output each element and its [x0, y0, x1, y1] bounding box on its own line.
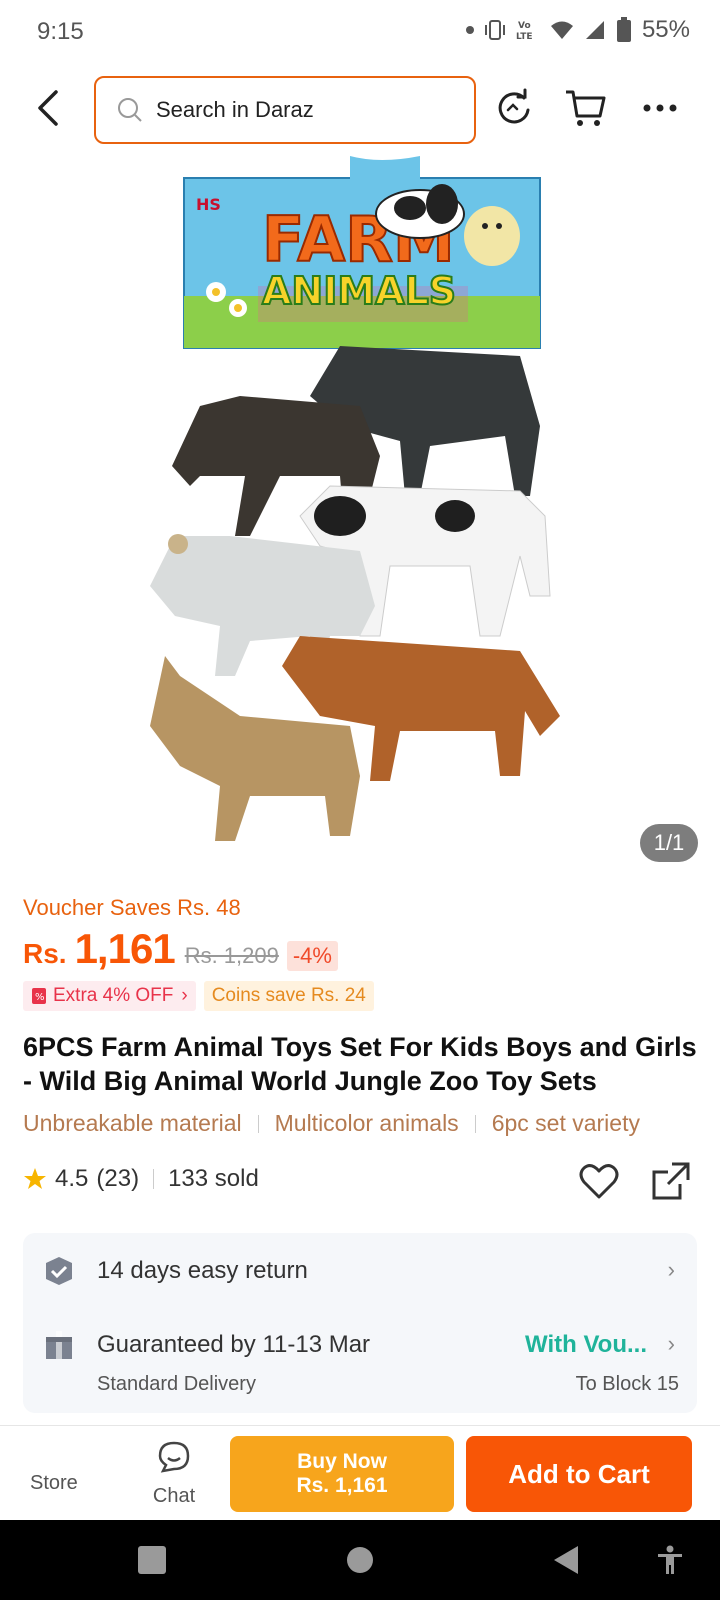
search-icon	[118, 98, 142, 122]
star-icon	[24, 1168, 46, 1189]
product-title: 6PCS Farm Animal Toys Set For Kids Boys …	[23, 1032, 697, 1096]
return-policy-row[interactable]: 14 days easy return ›	[23, 1233, 697, 1309]
shield-check-icon	[46, 1257, 72, 1285]
chevron-left-icon	[38, 90, 58, 126]
delivery-label: Guaranteed by 11-13 Mar	[97, 1331, 371, 1358]
price-value: 1,161	[74, 925, 176, 972]
service-card: 14 days easy return › Guaranteed by 11-1…	[23, 1233, 697, 1413]
search-input[interactable]	[156, 97, 436, 123]
volte-icon: VoLTE	[516, 21, 533, 42]
voucher-icon: %	[32, 988, 46, 1004]
chat-button[interactable]: Chat	[144, 1432, 204, 1512]
status-time: 9:15	[37, 18, 84, 45]
heart-icon	[579, 1164, 619, 1199]
rating-row[interactable]: 4.5 (23) 133 sold	[23, 1165, 259, 1193]
battery-level: 55%	[641, 16, 690, 43]
refresh-icon	[498, 88, 530, 124]
original-price: Rs. 1,209	[184, 943, 279, 968]
feature-highlights: Unbreakable material Multicolor animals …	[23, 1110, 640, 1137]
price-currency: Rs.	[23, 938, 67, 969]
chevron-right-icon: ›	[667, 1257, 675, 1282]
back-button[interactable]	[30, 86, 66, 130]
search-header	[0, 64, 720, 156]
svg-text:%: %	[35, 992, 45, 1003]
chevron-right-icon: ›	[667, 1331, 675, 1356]
return-policy-label: 14 days easy return	[97, 1257, 308, 1284]
image-counter: 1/1	[640, 824, 698, 862]
wifi-icon	[550, 21, 573, 39]
buy-now-label: Buy Now	[297, 1450, 387, 1473]
brand-logo: HS	[196, 195, 221, 214]
delivery-row[interactable]: Guaranteed by 11-13 Mar With Vou... › St…	[23, 1309, 697, 1413]
search-bar[interactable]	[94, 76, 476, 144]
accessibility-icon[interactable]	[654, 1544, 686, 1576]
home-icon[interactable]	[344, 1544, 376, 1576]
cart-button[interactable]	[562, 84, 610, 132]
wishlist-button[interactable]	[578, 1160, 620, 1202]
vibrate-icon	[484, 20, 505, 40]
farm-animals-toy-image: FARM ANIMALS HS	[150, 156, 560, 841]
battery-icon	[616, 17, 631, 42]
signal-icon	[585, 21, 604, 39]
svg-text:Vo: Vo	[518, 21, 531, 31]
promo-row: % Extra 4% OFF › Coins save Rs. 24	[23, 981, 374, 1011]
review-count: (23)	[96, 1165, 140, 1192]
feature-item: Multicolor animals	[274, 1110, 459, 1136]
dot-icon	[465, 26, 474, 34]
discount-badge: -4%	[286, 941, 338, 971]
voucher-savings[interactable]: Voucher Saves Rs. 48	[23, 895, 241, 921]
back-nav-icon[interactable]	[550, 1544, 582, 1576]
package-title-2: ANIMALS	[262, 269, 456, 313]
feature-divider	[474, 1114, 476, 1133]
delivery-location: To Block 15	[575, 1373, 679, 1395]
status-icons: Vo LTE 55%	[465, 16, 690, 44]
more-button[interactable]	[636, 84, 684, 132]
chevron-right-icon: ›	[181, 985, 188, 1006]
system-navigation-bar	[0, 1520, 720, 1600]
feature-item: 6pc set variety	[491, 1110, 640, 1136]
rating-value: 4.5	[55, 1165, 89, 1192]
chat-label: Chat	[152, 1485, 196, 1507]
add-to-cart-button[interactable]: Add to Cart	[466, 1436, 692, 1512]
delivery-type: Standard Delivery	[97, 1373, 256, 1395]
product-image[interactable]: FARM ANIMALS HS	[0, 156, 720, 866]
recents-icon[interactable]	[136, 1544, 168, 1576]
bottom-action-bar: Store Chat Buy Now Rs. 1,161 Add to Cart	[0, 1425, 720, 1520]
share-icon	[652, 1162, 690, 1200]
more-icon	[643, 104, 677, 112]
status-bar: 9:15 Vo LTE 55%	[0, 0, 720, 64]
cart-icon	[566, 90, 606, 126]
extra-off-label: Extra 4% OFF	[53, 985, 174, 1006]
coins-save-tag[interactable]: Coins save Rs. 24	[203, 981, 374, 1011]
refresh-button[interactable]	[490, 84, 538, 132]
buy-now-button[interactable]: Buy Now Rs. 1,161	[230, 1436, 454, 1512]
delivery-voucher-link[interactable]: With Vou...	[525, 1331, 647, 1359]
rating-divider	[153, 1169, 155, 1189]
feature-divider	[257, 1114, 259, 1133]
store-button[interactable]: Store	[30, 1472, 78, 1495]
package-icon	[46, 1331, 72, 1359]
chat-icon	[158, 1441, 190, 1473]
share-button[interactable]	[650, 1160, 692, 1202]
buy-now-price: Rs. 1,161	[296, 1474, 388, 1497]
svg-text:LTE: LTE	[516, 32, 533, 42]
feature-item: Unbreakable material	[23, 1110, 242, 1136]
extra-off-tag[interactable]: % Extra 4% OFF ›	[23, 981, 196, 1011]
sold-count: 133 sold	[168, 1165, 259, 1192]
price-row: Rs. 1,161 Rs. 1,209 -4%	[23, 925, 338, 973]
